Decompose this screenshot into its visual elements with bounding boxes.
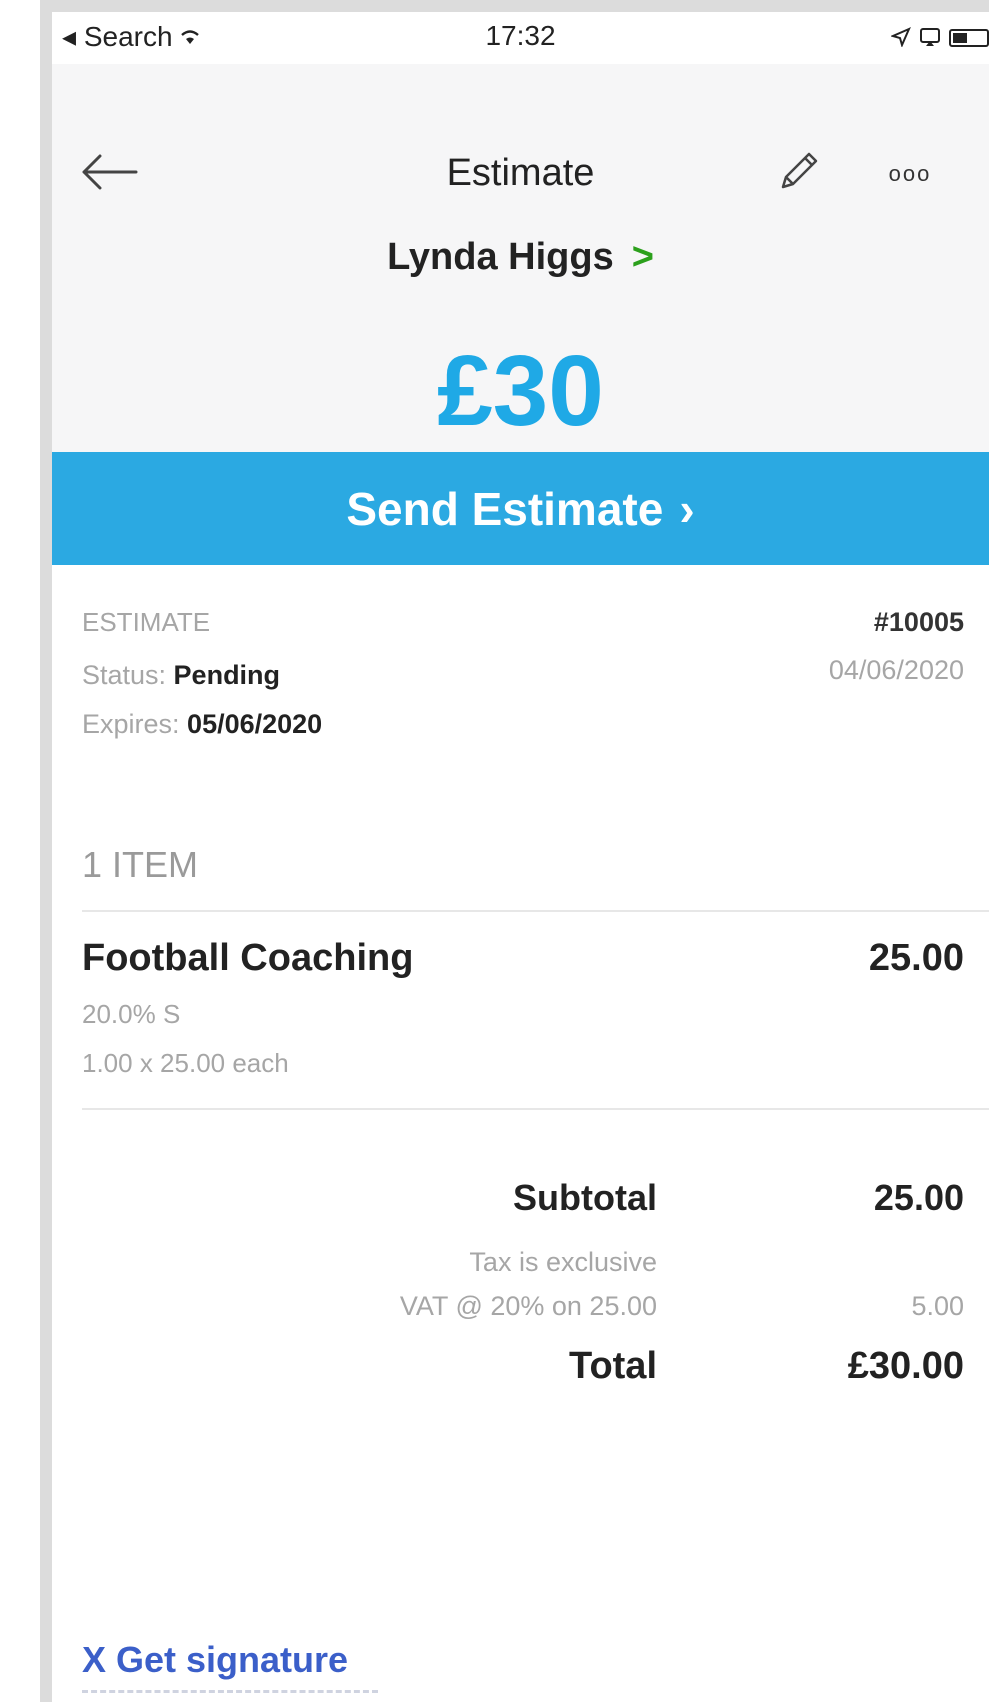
frame-left-border: [40, 0, 52, 1702]
estimate-section-label: ESTIMATE: [82, 607, 211, 637]
get-signature-button[interactable]: X Get signature: [82, 1639, 348, 1681]
status-bar: ◂ Search 17:32: [52, 12, 989, 64]
edit-button[interactable]: [768, 144, 828, 204]
status-prefix: Status:: [82, 660, 174, 690]
customer-name: Lynda Higgs: [387, 236, 614, 278]
more-options-icon: ooo: [888, 161, 932, 186]
frame-top-border: [40, 0, 989, 12]
chevron-right-icon: >: [631, 236, 654, 278]
screen-mirroring-icon: [919, 22, 941, 54]
more-options-button[interactable]: ooo: [878, 154, 942, 194]
pencil-icon: [773, 147, 823, 202]
estimate-header: Estimate ooo Lynda Higgs > £30: [52, 64, 989, 452]
total-value: £30.00: [847, 1345, 964, 1387]
phone-screen: ◂ Search 17:32 Estimate ooo Lynda Higgs …: [52, 12, 989, 1702]
send-estimate-label: Send Estimate: [346, 482, 664, 535]
total-label: Total: [569, 1345, 657, 1387]
estimate-expires: Expires: 05/06/2020: [82, 709, 322, 740]
items-count-label: 1 ITEM: [82, 844, 199, 885]
subtotal-value: 25.00: [873, 1177, 964, 1218]
signature-line: [82, 1690, 378, 1693]
subtotal-label: Subtotal: [513, 1177, 657, 1218]
items-divider-top: [82, 910, 989, 912]
items-divider-bottom: [82, 1108, 989, 1110]
vat-label: VAT @ 20% on 25.00: [399, 1291, 657, 1321]
location-arrow-icon: [890, 22, 911, 54]
chevron-right-icon: ›: [679, 482, 695, 535]
status-value: Pending: [173, 660, 281, 690]
estimate-amount: £30: [437, 335, 604, 447]
status-time: 17:32: [485, 20, 556, 51]
send-estimate-button[interactable]: Send Estimate ›: [52, 452, 989, 565]
item-tax-rate: 20.0% S: [82, 999, 181, 1029]
customer-link[interactable]: Lynda Higgs >: [52, 236, 989, 279]
page-title: Estimate: [446, 152, 595, 194]
estimate-date: 04/06/2020: [828, 655, 964, 685]
status-icons: [890, 22, 989, 54]
item-name: Football Coaching: [82, 937, 414, 979]
app-frame: ◂ Search 17:32 Estimate ooo Lynda Higgs …: [0, 0, 989, 1702]
tax-note: Tax is exclusive: [469, 1247, 657, 1277]
vat-value: 5.00: [911, 1291, 964, 1321]
battery-icon: [949, 29, 989, 47]
estimate-number: #10005: [873, 607, 964, 637]
item-amount: 25.00: [868, 937, 964, 979]
expires-prefix: Expires:: [82, 709, 188, 739]
item-quantity-line: 1.00 x 25.00 each: [82, 1048, 289, 1078]
expires-value: 05/06/2020: [187, 709, 323, 739]
estimate-status: Status: Pending: [82, 660, 280, 691]
